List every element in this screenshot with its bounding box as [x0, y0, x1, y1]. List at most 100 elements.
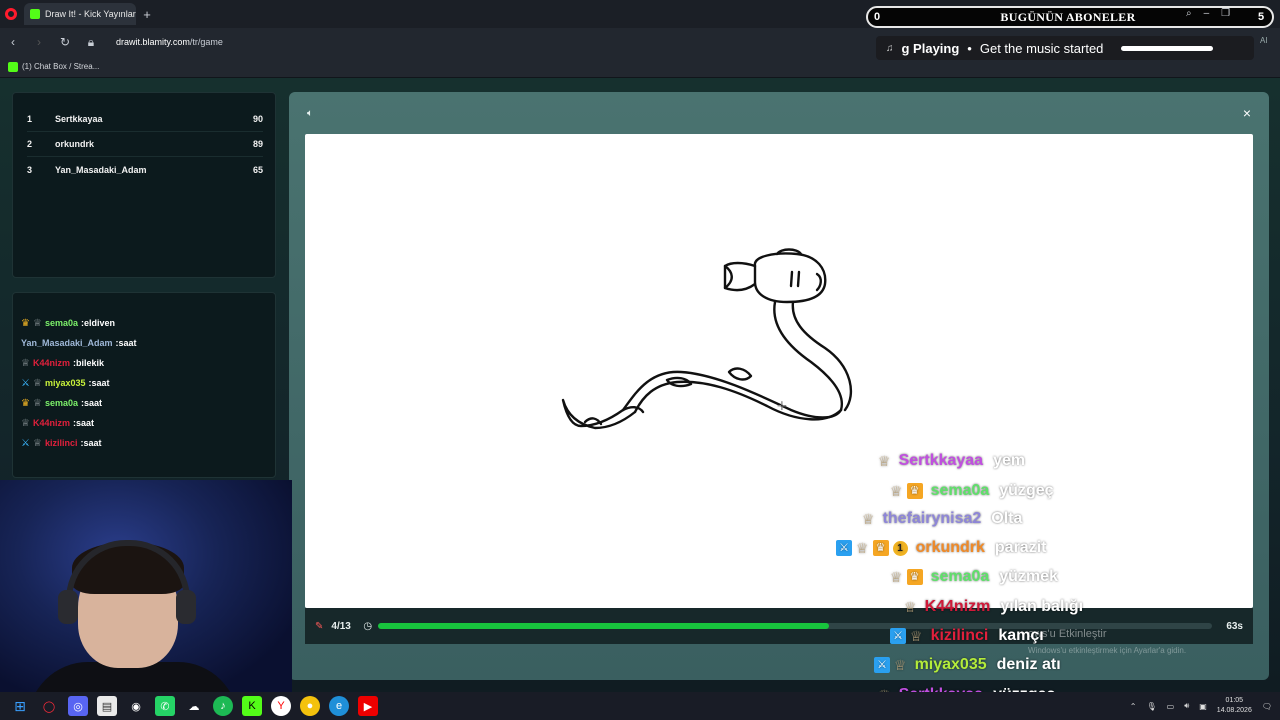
subscriber-count: 0: [873, 11, 881, 23]
chat-message: ♛ ♕ sema0a:saat: [21, 393, 267, 413]
now-playing-widget: ♫ g Playing • Get the music started: [876, 36, 1254, 60]
maximize-icon[interactable]: ❐: [1221, 8, 1230, 19]
discord-icon[interactable]: ◎: [68, 696, 88, 716]
steam-icon[interactable]: ☁: [184, 696, 204, 716]
clock-time: 01:05: [1225, 697, 1244, 704]
moderator-badge-icon: ♕: [21, 417, 30, 429]
chat-message: ⚔ ♕ kizilinci:saat: [21, 433, 267, 453]
keyboard-icon[interactable]: ▣: [1199, 702, 1207, 711]
chat-username[interactable]: miyax035: [45, 378, 86, 388]
minimize-icon[interactable]: –: [1204, 8, 1210, 19]
obs-icon[interactable]: ◉: [126, 696, 146, 716]
edge-icon[interactable]: e: [329, 696, 349, 716]
leaderboard-row: 1 Sertkkayaa 90: [27, 107, 263, 132]
volume-icon[interactable]: 🔊︎: [1184, 701, 1189, 711]
spotify-icon[interactable]: ♪: [213, 696, 233, 716]
tab-title: Draw It! - Kick Yayınları İç: [45, 9, 136, 19]
chat-text: :saat: [80, 398, 102, 408]
game-panel: 🔈︎ × ✛ ✎ 4/13 ◷ 63s: [289, 92, 1269, 680]
now-playing-progress: [1121, 45, 1214, 51]
sword-badge-icon: ⚔: [21, 437, 30, 449]
leaderboard-score: 65: [252, 164, 263, 175]
forward-icon[interactable]: ›: [32, 35, 46, 49]
window-controls: ⌕ – ❐: [1186, 8, 1230, 19]
headphone-left: [58, 590, 78, 624]
leaderboard-name: Yan_Masadaki_Adam: [55, 164, 147, 175]
now-playing-label: g Playing: [901, 40, 960, 56]
moderator-badge-icon: ♕: [32, 437, 42, 449]
chat-text: :bilekik: [72, 358, 104, 368]
windows-watermark-sub: Windows'u etkinleştirmek için Ayarlar'a …: [1028, 646, 1187, 655]
new-tab-button[interactable]: +: [136, 3, 158, 25]
taskbar: ⊞ ◯ ◎ ▤ ◉ ✆ ☁ ♪ K Y ● e ▶ ⌃ 🎙︎ ▭ 🔊︎ ▣ 01…: [0, 692, 1280, 720]
opera-icon[interactable]: ◯: [39, 696, 59, 716]
chat-text: :eldiven: [80, 318, 115, 328]
webcam-feed: [0, 480, 292, 692]
bookmark-favicon-icon: [8, 61, 18, 72]
chat-message: ♕ K44nizm:bilekik: [21, 353, 267, 373]
music-note-icon: ♫: [886, 42, 894, 54]
subscriber-banner-right: 5: [1257, 11, 1265, 23]
ai-label: AI: [1260, 36, 1268, 45]
chat-username[interactable]: sema0a: [45, 398, 78, 408]
leaderboard-name: Sertkkayaa: [55, 114, 103, 124]
round-progress-bar: ✎ 4/13 ◷ 63s: [305, 608, 1253, 644]
youtube-icon[interactable]: ▶: [358, 696, 378, 716]
moderator-badge-icon: ♕: [32, 317, 42, 329]
windows-start-icon[interactable]: ⊞: [10, 696, 30, 716]
kick-icon[interactable]: K: [242, 696, 262, 716]
chat-message: ♕ K44nizm:saat: [21, 413, 267, 433]
kick-favicon-icon: [30, 9, 40, 19]
headphone-right: [176, 590, 196, 624]
mic-icon[interactable]: 🎙︎: [1146, 702, 1156, 711]
browser-tab[interactable]: Draw It! - Kick Yayınları İç: [24, 3, 136, 25]
chat-username[interactable]: Yan_Masadaki_Adam: [21, 338, 113, 348]
eel-drawing: ✛: [561, 248, 853, 430]
chat-username[interactable]: K44nizm: [33, 418, 70, 428]
speaker-icon[interactable]: 🔈︎: [307, 108, 313, 119]
lock-icon: 🔒︎: [87, 34, 95, 49]
clock-date: 14.08.2026: [1216, 707, 1252, 714]
leaderboard-rank: 1: [27, 114, 33, 124]
side-chat[interactable]: ♛ ♕ sema0a:eldiven Yan_Masadaki_Adam:saat ♕ K…: [12, 292, 276, 478]
system-tray: ⌃ 🎙︎ ▭ 🔊︎ ▣ 01:05 14.08.2026 🗨︎: [1130, 696, 1272, 716]
yandex-icon[interactable]: Y: [271, 696, 291, 716]
progress-fill: [378, 623, 829, 629]
network-icon[interactable]: ▭: [1167, 702, 1175, 711]
cursor-icon: ✛: [777, 399, 787, 413]
chat-username[interactable]: sema0a: [45, 318, 78, 328]
opera-logo-icon[interactable]: [0, 0, 22, 28]
chat-username[interactable]: K44nizm: [33, 358, 70, 368]
bookmark-item[interactable]: (1) Chat Box / Strea...: [22, 62, 99, 71]
pencil-icon: ✎: [315, 620, 324, 632]
url-host: drawit.blamity.com: [116, 37, 190, 47]
moderator-badge-icon: ♕: [21, 357, 30, 369]
round-counter: 4/13: [331, 620, 351, 632]
leaderboard-rank: 3: [27, 164, 33, 175]
chat-text: :saat: [88, 378, 110, 388]
files-icon[interactable]: ▤: [97, 696, 117, 716]
leaderboard: 1 Sertkkayaa 90 2 orkundrk 89 3 Yan_Masa…: [12, 92, 276, 278]
tray-arrow-icon[interactable]: ⌃: [1130, 702, 1137, 711]
leaderboard-rank: 2: [27, 139, 33, 149]
now-playing-separator: •: [967, 40, 972, 56]
crown-badge-icon: ♛: [21, 397, 30, 409]
now-playing-track: Get the music started: [979, 40, 1104, 56]
reload-icon[interactable]: ↻: [58, 35, 72, 49]
leaderboard-score: 89: [252, 139, 263, 149]
back-icon[interactable]: ‹: [6, 35, 20, 49]
chat-message: ⚔ ♕ miyax035:saat: [21, 373, 267, 393]
chat-text: :saat: [115, 338, 137, 348]
chrome-icon[interactable]: ●: [300, 696, 320, 716]
drawing-canvas[interactable]: ✛: [305, 134, 1253, 608]
whatsapp-icon[interactable]: ✆: [155, 696, 175, 716]
chat-username[interactable]: kizilinci: [45, 438, 78, 448]
windows-watermark: ows'u Etkinleştir: [1028, 628, 1107, 640]
search-icon[interactable]: ⌕: [1186, 8, 1192, 19]
notification-icon[interactable]: 🗨︎: [1262, 702, 1272, 711]
url-field[interactable]: drawit.blamity.com/tr/game: [116, 37, 223, 47]
clock[interactable]: 01:05 14.08.2026: [1217, 696, 1252, 716]
headphones-icon: [66, 540, 190, 602]
close-button[interactable]: ×: [1243, 105, 1251, 121]
sword-badge-icon: ⚔: [21, 377, 30, 389]
